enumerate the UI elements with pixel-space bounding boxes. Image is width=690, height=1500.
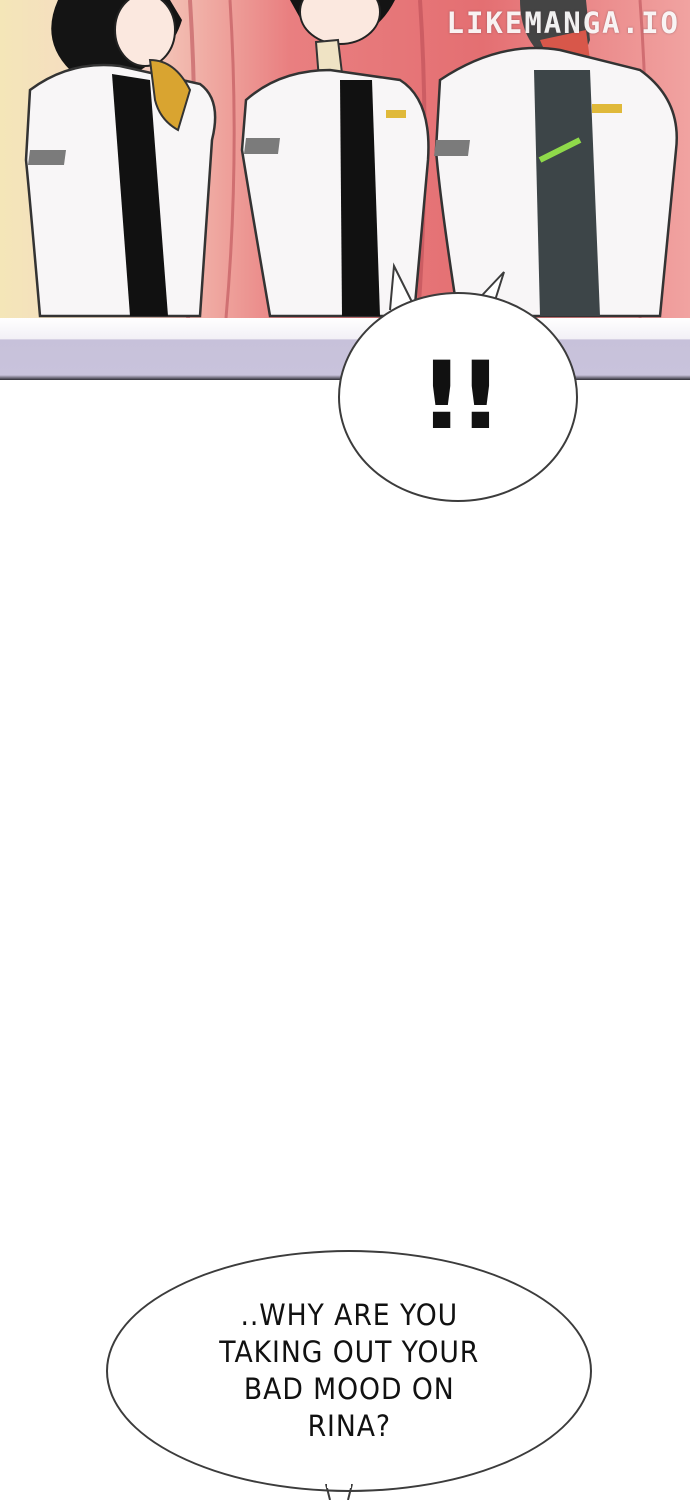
dialogue-text: ..WHY ARE YOU TAKING OUT YOUR BAD MOOD O… — [219, 1298, 479, 1443]
exclamation-bubble: !! — [338, 292, 578, 502]
comic-panel: LIKEMANGA.IO — [0, 0, 690, 318]
dialogue-bubble: ..WHY ARE YOU TAKING OUT YOUR BAD MOOD O… — [106, 1250, 592, 1492]
site-watermark: LIKEMANGA.IO — [446, 6, 680, 40]
exclamation-text: !! — [419, 342, 503, 451]
panel-illustration — [24, 0, 678, 318]
student-left — [24, 0, 217, 318]
dialogue-bubble-tail — [325, 1484, 353, 1500]
